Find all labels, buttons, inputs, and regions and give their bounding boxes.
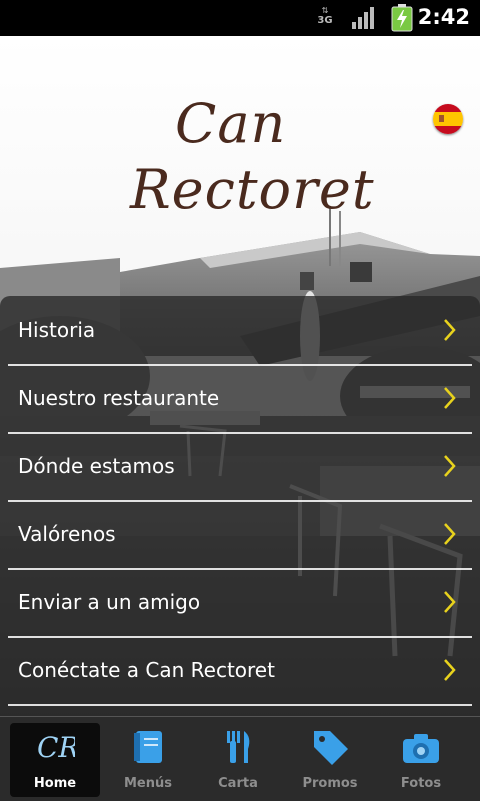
tag-icon: [314, 731, 348, 765]
menu-item-enviar-amigo[interactable]: Enviar a un amigo: [8, 570, 472, 638]
tab-promos[interactable]: Promos: [285, 723, 375, 797]
network-3g-icon: ⇅ 3G: [317, 6, 333, 26]
menu-item-historia[interactable]: Historia: [8, 298, 472, 366]
chevron-right-icon: [444, 455, 456, 477]
svg-text:CR: CR: [37, 731, 75, 764]
tab-label: Promos: [302, 776, 358, 791]
signal-strength-icon: [352, 7, 374, 29]
tab-label: Home: [33, 776, 77, 791]
tab-home[interactable]: CR Home: [10, 723, 100, 797]
tab-menus[interactable]: Menús: [103, 723, 193, 797]
menu-item-label: Dónde estamos: [18, 454, 175, 478]
restaurant-logo: Can Rectoret: [130, 86, 374, 236]
tab-carta[interactable]: Carta: [193, 723, 283, 797]
tab-label: Fotos: [400, 776, 442, 791]
tab-fotos[interactable]: Fotos: [376, 723, 466, 797]
bottom-tab-bar: CR Home Menús Carta Promos: [0, 716, 480, 801]
chevron-right-icon: [444, 523, 456, 545]
menu-item-label: Valórenos: [18, 522, 116, 546]
menu-item-label: Enviar a un amigo: [18, 590, 201, 614]
status-time: 2:42: [417, 5, 470, 29]
tab-label: Carta: [218, 776, 258, 791]
chevron-right-icon: [444, 659, 456, 681]
tab-label: Menús: [123, 776, 172, 791]
menu-item-donde-estamos[interactable]: Dónde estamos: [8, 434, 472, 502]
menu-item-nuestro-restaurante[interactable]: Nuestro restaurante: [8, 366, 472, 434]
menu-item-conectate[interactable]: Conéctate a Can Rectoret: [8, 638, 472, 706]
home-logo-icon: CR: [37, 731, 75, 764]
menu-item-label: Conéctate a Can Rectoret: [18, 658, 275, 682]
logo-text-line2: Rectoret: [130, 158, 375, 221]
menu-item-label: Historia: [18, 318, 96, 342]
menu-item-label: Nuestro restaurante: [18, 386, 220, 410]
battery-charging-icon: [391, 4, 413, 32]
main-menu-list: Historia Nuestro restaurante Dónde estam…: [0, 296, 480, 716]
menu-item-valorenos[interactable]: Valórenos: [8, 502, 472, 570]
logo-text-line1: Can: [175, 92, 287, 155]
chevron-right-icon: [444, 319, 456, 341]
menus-icon: [134, 731, 162, 763]
cutlery-icon: [227, 731, 250, 763]
status-bar: ⇅ 3G 2:42: [0, 0, 480, 36]
chevron-right-icon: [444, 591, 456, 613]
chevron-right-icon: [444, 387, 456, 409]
flag-spain-icon[interactable]: [433, 104, 463, 134]
camera-icon: [403, 734, 439, 763]
